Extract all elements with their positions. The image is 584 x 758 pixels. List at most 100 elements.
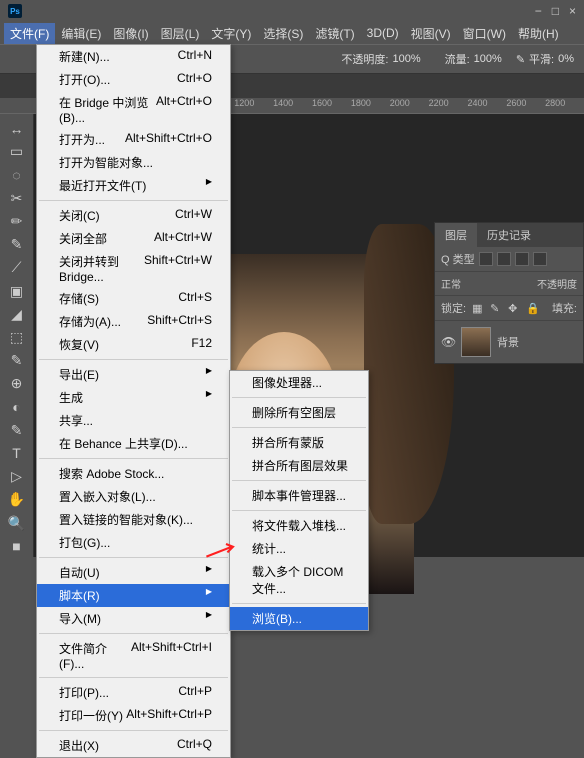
maximize-button[interactable]: □ xyxy=(552,4,559,18)
menu-item[interactable]: 图像(I) xyxy=(107,23,154,44)
menu-item[interactable]: 搜索 Adobe Stock... xyxy=(37,462,230,485)
menu-item[interactable]: 编辑(E) xyxy=(55,23,107,44)
menu-item[interactable]: 置入链接的智能对象(K)... xyxy=(37,508,230,531)
tool-button[interactable]: ⟋ xyxy=(5,257,29,278)
flow-label: 流量: xyxy=(445,51,470,67)
menu-item[interactable]: 关闭(C)Ctrl+W xyxy=(37,204,230,227)
lock-label: 锁定: xyxy=(441,300,466,316)
flow-value[interactable]: 100% xyxy=(474,53,502,65)
menu-item[interactable]: 打包(G)... xyxy=(37,531,230,554)
tool-button[interactable]: ✎ xyxy=(5,420,29,441)
lock-pixels-icon[interactable]: ✎ xyxy=(490,302,502,314)
tab-history[interactable]: 历史记录 xyxy=(477,223,541,247)
tool-button[interactable]: ✂ xyxy=(5,188,29,209)
menu-item[interactable]: 窗口(W) xyxy=(457,23,512,44)
menu-item[interactable]: 自动(U) xyxy=(37,561,230,584)
fill-label: 填充: xyxy=(552,300,577,316)
tool-button[interactable]: ↔ xyxy=(5,118,29,139)
menu-item[interactable]: 图层(L) xyxy=(155,23,206,44)
menu-item[interactable]: 退出(X)Ctrl+Q xyxy=(37,734,230,757)
tool-button[interactable]: ◢ xyxy=(5,304,29,325)
tools-panel: ↔▭◌✂✏✎⟋▣◢⬚✎⊕◐✎T▷✋🔍■ xyxy=(0,114,34,557)
opacity-label: 不透明度: xyxy=(341,51,388,67)
submenu-item[interactable]: 将文件载入堆栈... xyxy=(230,514,368,537)
filter-pixel-icon[interactable] xyxy=(479,252,493,266)
lock-position-icon[interactable]: ✥ xyxy=(508,302,520,314)
submenu-item[interactable]: 图像处理器... xyxy=(230,371,368,394)
opacity-value[interactable]: 100% xyxy=(392,53,420,65)
menu-item[interactable]: 打开(O)...Ctrl+O xyxy=(37,68,230,91)
layer-thumbnail[interactable] xyxy=(461,327,491,357)
tool-button[interactable]: ✎ xyxy=(5,234,29,255)
menu-item[interactable]: 视图(V) xyxy=(405,23,457,44)
menu-item[interactable]: 存储(S)Ctrl+S xyxy=(37,287,230,310)
filter-adjust-icon[interactable] xyxy=(497,252,511,266)
minimize-button[interactable]: − xyxy=(535,4,542,18)
menu-item[interactable]: 帮助(H) xyxy=(512,23,565,44)
menu-item[interactable]: 打印一份(Y)Alt+Shift+Ctrl+P xyxy=(37,704,230,727)
menu-item[interactable]: 关闭全部Alt+Ctrl+W xyxy=(37,227,230,250)
tool-button[interactable]: ⬚ xyxy=(5,327,29,348)
menu-item[interactable]: 选择(S) xyxy=(257,23,309,44)
submenu-item[interactable]: 删除所有空图层 xyxy=(230,401,368,424)
tool-button[interactable]: T xyxy=(5,443,29,464)
menu-item[interactable]: 最近打开文件(T) xyxy=(37,174,230,197)
tool-button[interactable]: 🔍 xyxy=(5,512,29,533)
filter-type-icon[interactable] xyxy=(515,252,529,266)
annotation-arrow xyxy=(205,542,240,560)
layer-row[interactable]: 👁 背景 xyxy=(435,321,583,363)
close-button[interactable]: × xyxy=(569,4,576,18)
tool-button[interactable]: ✏ xyxy=(5,211,29,232)
blend-mode[interactable]: 正常 xyxy=(441,276,461,291)
submenu-item[interactable]: 脚本事件管理器... xyxy=(230,484,368,507)
menu-item[interactable]: 打印(P)...Ctrl+P xyxy=(37,681,230,704)
smooth-label: 平滑: xyxy=(529,51,554,67)
tool-button[interactable]: ⊕ xyxy=(5,373,29,394)
menu-item[interactable]: 新建(N)...Ctrl+N xyxy=(37,45,230,68)
submenu-item[interactable]: 载入多个 DICOM 文件... xyxy=(230,560,368,600)
tool-button[interactable]: ✎ xyxy=(5,350,29,371)
submenu-item[interactable]: 拼合所有蒙版 xyxy=(230,431,368,454)
tool-button[interactable]: ▭ xyxy=(5,141,29,162)
menu-item[interactable]: 在 Behance 上共享(D)... xyxy=(37,432,230,455)
layers-panel: 图层 历史记录 Q 类型 正常 不透明度 锁定: ▦ ✎ ✥ 🔒 填充: 👁 背… xyxy=(434,222,584,364)
submenu-item[interactable]: 浏览(B)... xyxy=(230,607,368,630)
menu-item[interactable]: 3D(D) xyxy=(361,24,405,42)
menu-item[interactable]: 导出(E) xyxy=(37,363,230,386)
menu-item[interactable]: 共享... xyxy=(37,409,230,432)
lock-all-icon[interactable]: 🔒 xyxy=(526,302,538,314)
tool-button[interactable]: ▣ xyxy=(5,280,29,301)
filter-kind-label: Q 类型 xyxy=(441,251,475,267)
layer-opacity-label: 不透明度 xyxy=(537,276,577,291)
tool-button[interactable]: ✋ xyxy=(5,489,29,510)
menubar: 文件(F)编辑(E)图像(I)图层(L)文字(Y)选择(S)滤镜(T)3D(D)… xyxy=(0,22,584,44)
menu-item[interactable]: 打开为智能对象... xyxy=(37,151,230,174)
tool-button[interactable]: ◌ xyxy=(5,164,29,185)
menu-item[interactable]: 文件简介(F)...Alt+Shift+Ctrl+I xyxy=(37,637,230,674)
layer-name[interactable]: 背景 xyxy=(497,334,519,350)
menu-item[interactable]: 文字(Y) xyxy=(205,23,257,44)
menu-item[interactable]: 导入(M) xyxy=(37,607,230,630)
menu-item[interactable]: 脚本(R) xyxy=(37,584,230,607)
menu-item[interactable]: 生成 xyxy=(37,386,230,409)
tool-button[interactable]: ◐ xyxy=(5,396,29,417)
tool-button[interactable]: ■ xyxy=(5,536,29,557)
visibility-icon[interactable]: 👁 xyxy=(441,335,455,349)
lock-transparency-icon[interactable]: ▦ xyxy=(472,302,484,314)
menu-item[interactable]: 滤镜(T) xyxy=(309,23,360,44)
smooth-value[interactable]: 0% xyxy=(558,53,574,65)
menu-item[interactable]: 关闭并转到 Bridge...Shift+Ctrl+W xyxy=(37,250,230,287)
scripts-submenu: 图像处理器... 删除所有空图层拼合所有蒙版拼合所有图层效果脚本事件管理器... 将… xyxy=(229,370,369,631)
submenu-item[interactable]: 拼合所有图层效果 xyxy=(230,454,368,477)
menu-item[interactable]: 文件(F) xyxy=(4,23,55,44)
menu-item[interactable]: 在 Bridge 中浏览(B)...Alt+Ctrl+O xyxy=(37,91,230,128)
menu-item[interactable]: 恢复(V)F12 xyxy=(37,333,230,356)
tab-layers[interactable]: 图层 xyxy=(435,223,477,247)
menu-item[interactable]: 置入嵌入对象(L)... xyxy=(37,485,230,508)
tool-button[interactable]: ▷ xyxy=(5,466,29,487)
menu-item[interactable]: 存储为(A)...Shift+Ctrl+S xyxy=(37,310,230,333)
titlebar: Ps − □ × xyxy=(0,0,584,22)
file-menu-dropdown: 新建(N)...Ctrl+N打开(O)...Ctrl+O在 Bridge 中浏览… xyxy=(36,44,231,758)
filter-shape-icon[interactable] xyxy=(533,252,547,266)
menu-item[interactable]: 打开为...Alt+Shift+Ctrl+O xyxy=(37,128,230,151)
